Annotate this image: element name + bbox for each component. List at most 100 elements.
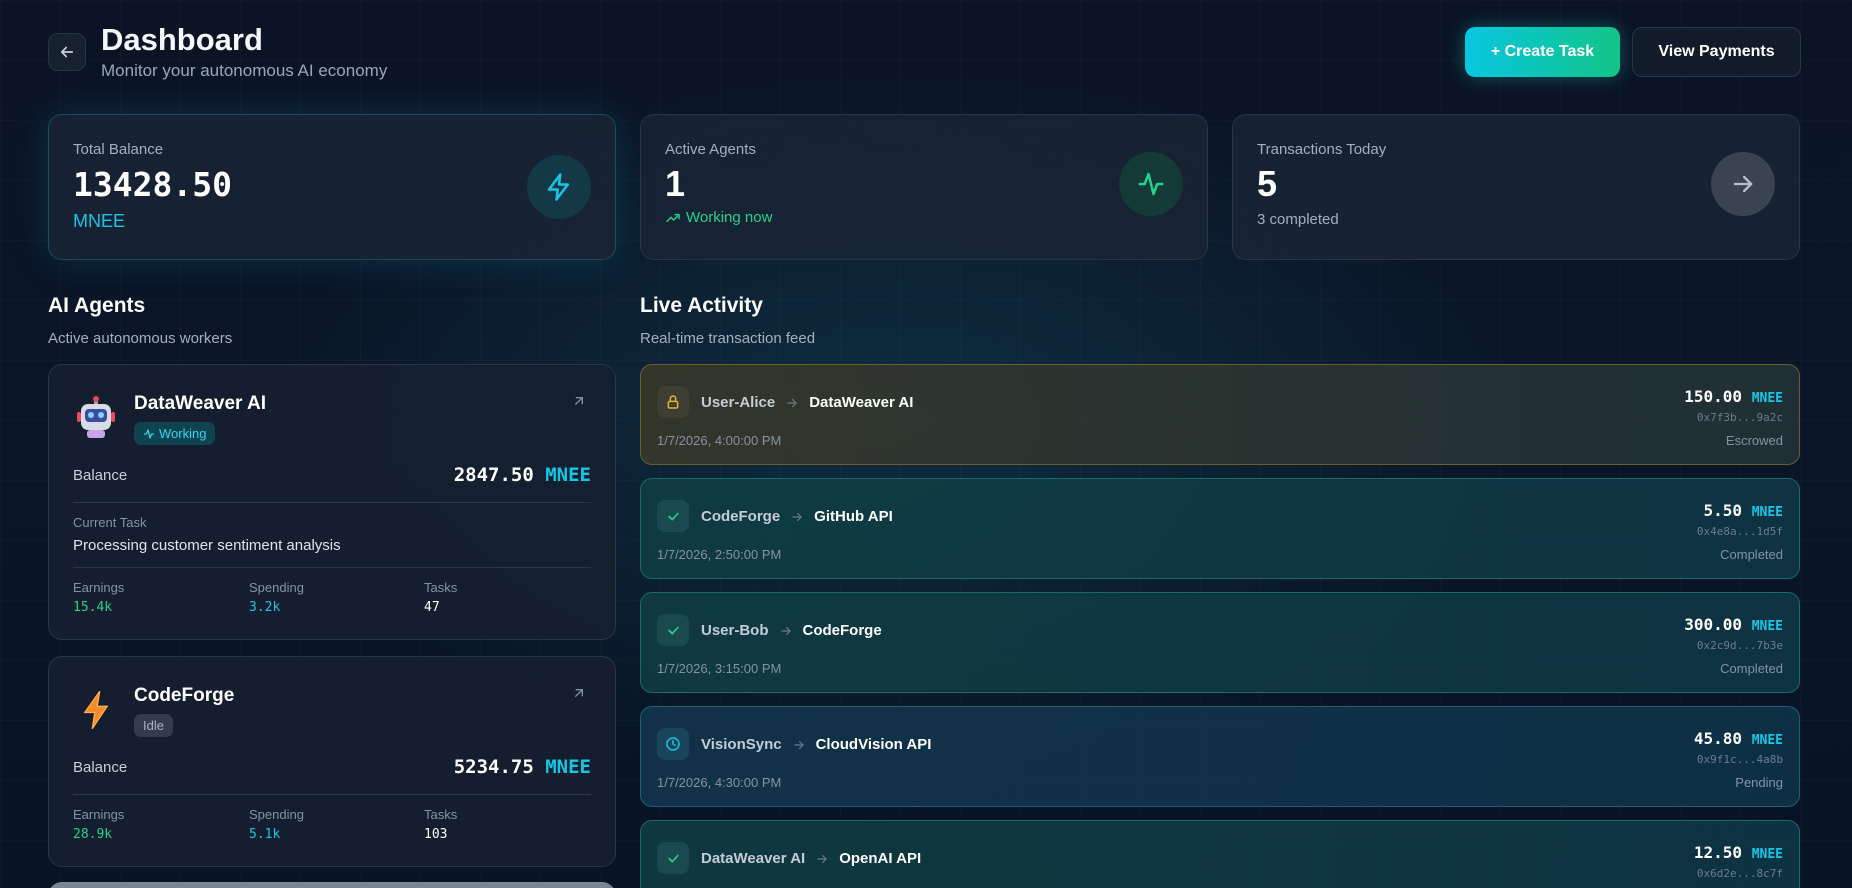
transaction-hash: 0x7f3b...9a2c <box>1696 411 1783 424</box>
arrow-right-icon <box>815 852 829 866</box>
transaction-time: 1/7/2026, 4:30:00 PM <box>657 775 782 790</box>
agent-balance-value: 5234.75 <box>453 756 534 778</box>
agent-balance-value: 2847.50 <box>453 464 534 486</box>
transaction-status: Pending <box>1735 775 1783 790</box>
earnings-label: Earnings <box>73 807 125 822</box>
spending-metric: Spending 3.2k <box>249 580 419 615</box>
earnings-value: 15.4k <box>73 600 113 615</box>
earnings-metric: Earnings 15.4k <box>73 580 243 615</box>
transaction-amount-value: 150.00 <box>1684 387 1743 406</box>
agent-card-codeforge[interactable]: CodeForge Idle Balance 5234.75 MNEE Earn… <box>48 656 616 867</box>
check-icon <box>657 842 689 874</box>
earnings-value: 28.9k <box>73 827 113 842</box>
transaction-status: Completed <box>1720 547 1783 562</box>
arrow-right-icon <box>779 624 793 638</box>
transaction-amount-value: 45.80 <box>1693 729 1743 748</box>
spending-metric: Spending 5.1k <box>249 807 419 842</box>
transaction-to: DataWeaver AI <box>809 394 914 411</box>
transaction-amount-unit: MNEE <box>1751 619 1783 634</box>
transaction-hash: 0x6d2e...8c7f <box>1696 867 1783 880</box>
transaction-amount: 45.80 MNEE <box>1694 729 1783 748</box>
transaction-hash: 0x9f1c...4a8b <box>1696 753 1783 766</box>
page-subtitle: Monitor your autonomous AI economy <box>101 61 388 80</box>
external-link-icon[interactable] <box>571 393 587 414</box>
balance-label: Balance <box>73 759 128 776</box>
agent-balance: 2847.50 MNEE <box>454 464 591 486</box>
transaction-from: User-Bob <box>701 622 769 639</box>
view-payments-button[interactable]: View Payments <box>1632 27 1801 77</box>
clock-icon <box>657 728 689 760</box>
divider <box>73 502 591 503</box>
transaction-amount-value: 5.50 <box>1703 501 1743 520</box>
activity-item[interactable]: CodeForge GitHub API 1/7/2026, 2:50:00 PM 5… <box>640 478 1800 579</box>
agent-card-dataweaver[interactable]: DataWeaver AI Working Balance 2847.50 MN… <box>48 364 616 640</box>
transaction-from: DataWeaver AI <box>701 850 806 867</box>
activity-section-subtitle: Real-time transaction feed <box>640 330 816 347</box>
activity-item[interactable]: User-Alice DataWeaver AI 1/7/2026, 4:00:00… <box>640 364 1800 465</box>
lightning-icon <box>527 155 591 219</box>
stat-label: Active Agents <box>665 141 756 158</box>
current-task-label: Current Task <box>73 515 147 530</box>
agent-balance-unit: MNEE <box>545 464 591 486</box>
spending-label: Spending <box>249 580 304 595</box>
transaction-to: GitHub API <box>814 508 893 525</box>
arrow-left-icon <box>60 46 74 58</box>
transaction-amount: 150.00 MNEE <box>1684 387 1783 406</box>
activity-item[interactable]: VisionSync CloudVision API 1/7/2026, 4:30:… <box>640 706 1800 807</box>
active-agents-value: 1 <box>665 163 686 204</box>
check-icon <box>657 614 689 646</box>
check-icon <box>657 500 689 532</box>
transaction-flow: DataWeaver AI OpenAI API <box>701 850 921 867</box>
transaction-amount-value: 12.50 <box>1693 843 1743 862</box>
transaction-amount-unit: MNEE <box>1751 391 1783 406</box>
transaction-hash: 0x4e8a...1d5f <box>1696 525 1783 538</box>
tasks-label: Tasks <box>424 807 458 822</box>
activity-icon <box>1119 152 1183 216</box>
status-badge: Idle <box>134 714 173 737</box>
transaction-flow: VisionSync CloudVision API <box>701 736 931 753</box>
transaction-to: CloudVision API <box>815 736 932 753</box>
activity-item[interactable]: DataWeaver AI OpenAI API 12.50 MNEE 0x6d2e.… <box>640 820 1800 888</box>
status-badge: Working <box>134 422 216 445</box>
transaction-from: CodeForge <box>701 508 781 525</box>
transactions-today-value: 5 <box>1257 163 1278 204</box>
balance-label: Balance <box>73 467 128 484</box>
status-badge-label: Idle <box>143 718 164 733</box>
activity-icon <box>143 428 155 439</box>
transaction-flow: CodeForge GitHub API <box>701 508 893 525</box>
status-badge-label: Working <box>159 426 207 441</box>
create-task-button[interactable]: + Create Task <box>1465 27 1620 77</box>
transaction-to: CodeForge <box>802 622 882 639</box>
lightning-avatar-icon <box>73 687 119 733</box>
lock-icon <box>657 386 689 418</box>
divider <box>73 794 591 795</box>
transaction-status: Completed <box>1720 661 1783 676</box>
transaction-from: VisionSync <box>701 736 782 753</box>
activity-item[interactable]: User-Bob CodeForge 1/7/2026, 3:15:00 PM 300… <box>640 592 1800 693</box>
transaction-time: 1/7/2026, 2:50:00 PM <box>657 547 782 562</box>
stat-label: Transactions Today <box>1257 141 1387 158</box>
transaction-amount-unit: MNEE <box>1751 505 1783 520</box>
current-task-text: Processing customer sentiment analysis <box>73 537 341 554</box>
back-button[interactable] <box>48 33 86 71</box>
activity-section-title: Live Activity <box>640 294 763 317</box>
transaction-amount-unit: MNEE <box>1751 847 1783 862</box>
transaction-from: User-Alice <box>701 394 776 411</box>
completed-count: 3 completed <box>1257 211 1339 228</box>
stat-label: Total Balance <box>73 141 164 158</box>
external-link-icon[interactable] <box>571 685 587 706</box>
total-balance-card: Total Balance 13428.50 MNEE <box>48 114 616 260</box>
transaction-amount: 300.00 MNEE <box>1684 615 1783 634</box>
active-agents-card: Active Agents 1 Working now <box>640 114 1208 260</box>
agent-name: CodeForge <box>134 685 235 706</box>
working-now-indicator: Working now <box>665 209 772 226</box>
transaction-to: OpenAI API <box>839 850 922 867</box>
agent-card-partial[interactable] <box>48 882 616 888</box>
transaction-flow: User-Bob CodeForge <box>701 622 882 639</box>
transaction-amount-value: 300.00 <box>1684 615 1743 634</box>
transactions-today-card: Transactions Today 5 3 completed <box>1232 114 1800 260</box>
tasks-label: Tasks <box>424 580 458 595</box>
transaction-time: 1/7/2026, 4:00:00 PM <box>657 433 782 448</box>
transaction-amount: 5.50 MNEE <box>1704 501 1783 520</box>
tasks-value: 47 <box>424 600 440 615</box>
